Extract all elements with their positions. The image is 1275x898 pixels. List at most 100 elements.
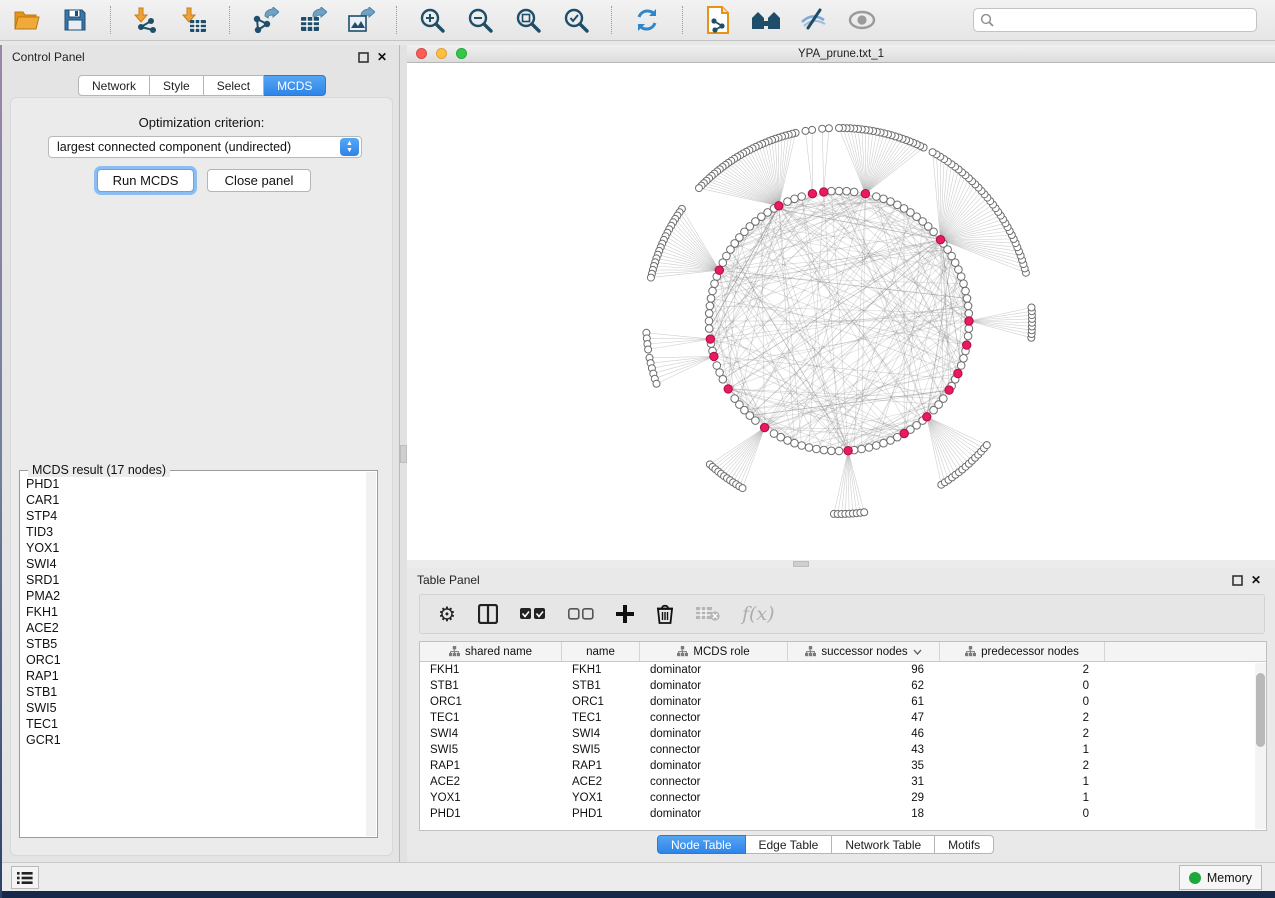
network-canvas[interactable] <box>407 63 1275 560</box>
tab-mcds[interactable]: MCDS <box>264 75 326 96</box>
split-columns-icon[interactable] <box>478 604 498 624</box>
table-cell[interactable]: SWI4 <box>420 726 562 742</box>
table-cell[interactable]: SWI5 <box>420 742 562 758</box>
zoom-fit-icon[interactable] <box>511 4 545 36</box>
table-cell[interactable]: 35 <box>788 758 940 774</box>
table-cell[interactable]: RAP1 <box>562 758 640 774</box>
vertical-splitter[interactable] <box>400 45 407 862</box>
close-panel-icon[interactable]: ✕ <box>377 51 387 63</box>
table-cell[interactable]: ORC1 <box>562 694 640 710</box>
hide-selected-icon[interactable] <box>797 4 831 36</box>
table-cell[interactable]: 96 <box>788 662 940 678</box>
mcds-list-scrollbar[interactable] <box>366 472 376 836</box>
table-cell[interactable]: dominator <box>640 678 788 694</box>
table-cell[interactable]: 1 <box>940 774 1105 790</box>
float-window-icon[interactable] <box>358 52 369 63</box>
splitter-grip[interactable] <box>793 561 809 567</box>
mcds-node-item[interactable]: TID3 <box>26 524 365 540</box>
table-row[interactable]: PHD1PHD1dominator180 <box>420 806 1266 822</box>
table-cell[interactable]: 0 <box>940 694 1105 710</box>
export-table-icon[interactable] <box>296 4 330 36</box>
table-cell[interactable]: PHD1 <box>562 806 640 822</box>
table-cell[interactable]: 2 <box>940 758 1105 774</box>
table-cell[interactable]: 43 <box>788 742 940 758</box>
table-cell[interactable]: SWI5 <box>562 742 640 758</box>
table-cell[interactable]: 46 <box>788 726 940 742</box>
mcds-node-item[interactable]: ACE2 <box>26 620 365 636</box>
table-cell[interactable]: connector <box>640 742 788 758</box>
run-mcds-button[interactable]: Run MCDS <box>97 169 194 192</box>
task-history-button[interactable] <box>11 866 39 889</box>
table-row[interactable]: YOX1YOX1connector291 <box>420 790 1266 806</box>
table-cell[interactable]: connector <box>640 710 788 726</box>
save-icon[interactable] <box>58 4 92 36</box>
export-network-icon[interactable] <box>248 4 282 36</box>
mcds-node-item[interactable]: STB5 <box>26 636 365 652</box>
settings-gear-icon[interactable]: ⚙ <box>438 602 456 627</box>
table-cell[interactable]: STB1 <box>420 678 562 694</box>
table-cell[interactable]: TEC1 <box>420 710 562 726</box>
table-row[interactable]: STB1STB1dominator620 <box>420 678 1266 694</box>
memory-button[interactable]: Memory <box>1179 865 1262 890</box>
table-cell[interactable]: ACE2 <box>420 774 562 790</box>
table-cell[interactable]: dominator <box>640 662 788 678</box>
table-cell[interactable]: 18 <box>788 806 940 822</box>
close-panel-icon[interactable]: ✕ <box>1251 574 1261 586</box>
mcds-node-item[interactable]: SRD1 <box>26 572 365 588</box>
tab-node-table[interactable]: Node Table <box>657 835 746 854</box>
column-header[interactable]: MCDS role <box>640 642 788 661</box>
mcds-node-item[interactable]: TEC1 <box>26 716 365 732</box>
tab-select[interactable]: Select <box>204 75 264 96</box>
tab-motifs[interactable]: Motifs <box>935 835 994 854</box>
export-image-icon[interactable] <box>344 4 378 36</box>
column-header[interactable]: name <box>562 642 640 661</box>
mcds-node-item[interactable]: FKH1 <box>26 604 365 620</box>
column-header[interactable]: successor nodes <box>788 642 940 661</box>
function-builder-icon[interactable]: f(x) <box>742 603 775 625</box>
import-table-icon[interactable] <box>177 4 211 36</box>
table-scrollbar-thumb[interactable] <box>1256 673 1265 747</box>
table-cell[interactable]: 61 <box>788 694 940 710</box>
table-cell[interactable]: TEC1 <box>562 710 640 726</box>
mcds-node-item[interactable]: STB1 <box>26 684 365 700</box>
refresh-icon[interactable] <box>630 4 664 36</box>
splitter-grip[interactable] <box>400 445 407 463</box>
zoom-out-icon[interactable] <box>463 4 497 36</box>
search-field[interactable] <box>973 8 1257 32</box>
mcds-node-item[interactable]: PHD1 <box>26 476 365 492</box>
mcds-node-item[interactable]: YOX1 <box>26 540 365 556</box>
table-cell[interactable]: dominator <box>640 694 788 710</box>
table-cell[interactable]: 47 <box>788 710 940 726</box>
open-file-icon[interactable] <box>10 4 44 36</box>
mcds-node-item[interactable]: GCR1 <box>26 732 365 748</box>
table-row[interactable]: SWI4SWI4dominator462 <box>420 726 1266 742</box>
table-cell[interactable]: 62 <box>788 678 940 694</box>
table-cell[interactable]: connector <box>640 774 788 790</box>
column-header[interactable]: predecessor nodes <box>940 642 1105 661</box>
table-cell[interactable]: 0 <box>940 678 1105 694</box>
table-cell[interactable]: connector <box>640 790 788 806</box>
table-cell[interactable]: dominator <box>640 726 788 742</box>
table-row[interactable]: ORC1ORC1dominator610 <box>420 694 1266 710</box>
table-cell[interactable]: dominator <box>640 806 788 822</box>
table-cell[interactable]: 2 <box>940 710 1105 726</box>
show-all-icon[interactable] <box>845 4 879 36</box>
mcds-node-item[interactable]: RAP1 <box>26 668 365 684</box>
zoom-in-icon[interactable] <box>415 4 449 36</box>
deselect-all-icon[interactable] <box>568 608 594 620</box>
table-row[interactable]: ACE2ACE2connector311 <box>420 774 1266 790</box>
optimization-criterion-select[interactable]: largest connected component (undirected)… <box>48 136 362 158</box>
table-cell[interactable]: dominator <box>640 758 788 774</box>
table-cell[interactable]: ORC1 <box>420 694 562 710</box>
table-row[interactable]: FKH1FKH1dominator962 <box>420 662 1266 678</box>
tab-network[interactable]: Network <box>78 75 150 96</box>
mcds-node-item[interactable]: ORC1 <box>26 652 365 668</box>
table-cell[interactable]: 0 <box>940 806 1105 822</box>
tab-network-table[interactable]: Network Table <box>832 835 935 854</box>
table-cell[interactable]: FKH1 <box>420 662 562 678</box>
table-row[interactable]: RAP1RAP1dominator352 <box>420 758 1266 774</box>
table-cell[interactable]: 31 <box>788 774 940 790</box>
table-cell[interactable]: YOX1 <box>562 790 640 806</box>
select-all-icon[interactable] <box>520 608 546 620</box>
mcds-node-item[interactable]: SWI4 <box>26 556 365 572</box>
